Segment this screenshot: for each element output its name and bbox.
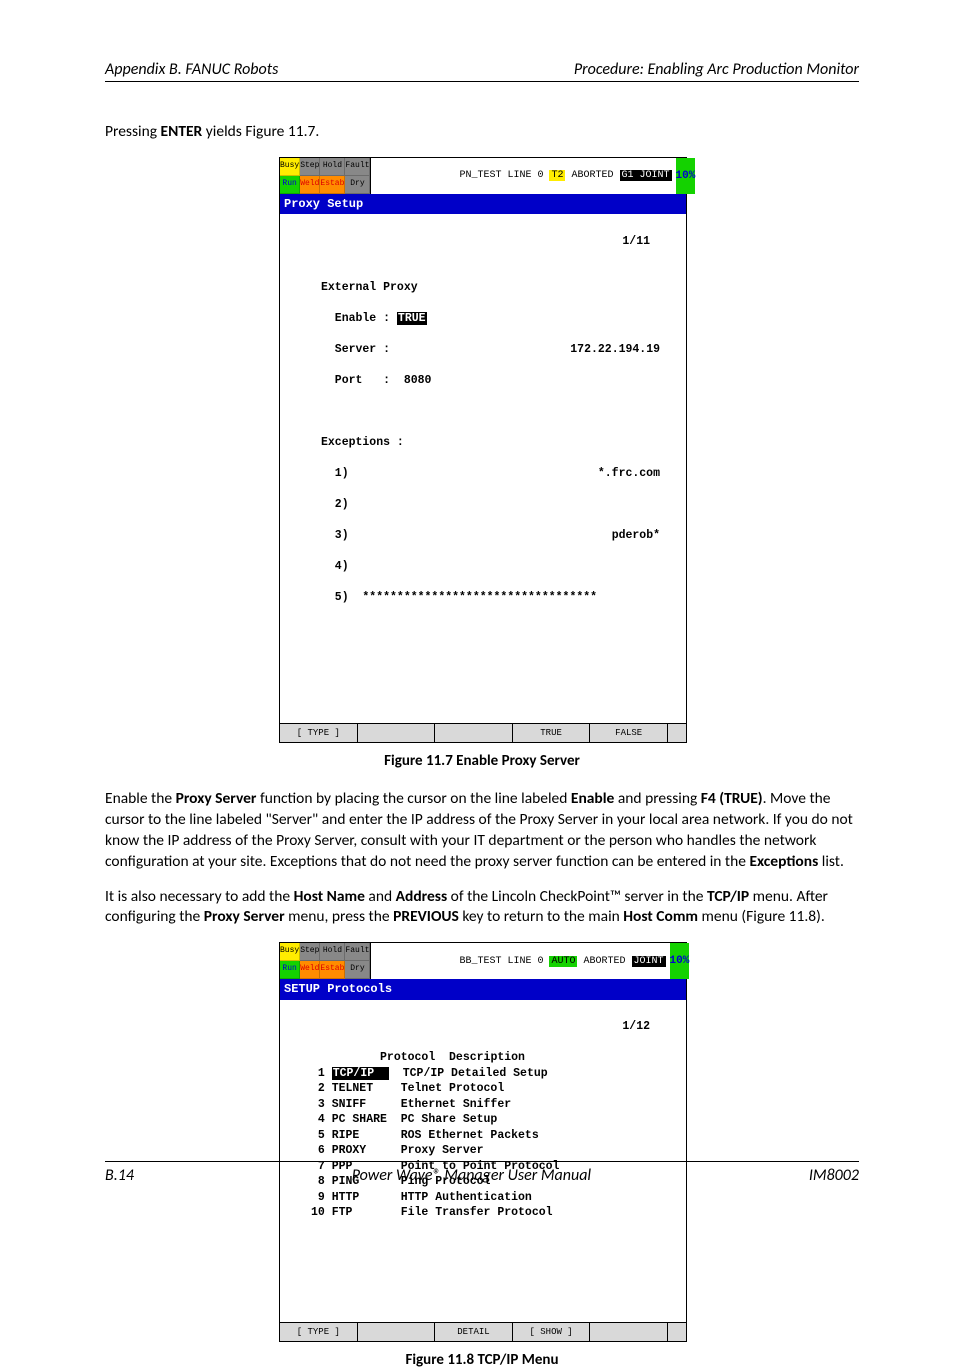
softkey-2[interactable] <box>358 724 436 742</box>
speed-percent: 10% <box>676 158 696 194</box>
port-field[interactable]: Port : 8080 <box>321 373 680 389</box>
footer-center: Power Wave® Manager User Manual <box>352 1166 591 1185</box>
footer-left: B.14 <box>105 1166 134 1185</box>
softkey-bar-2: [ TYPE ] DETAIL [ SHOW ] <box>280 1322 686 1341</box>
paragraph-1: Pressing ENTER yields Figure 11.7. <box>105 122 859 143</box>
softkey-2-2[interactable] <box>358 1323 436 1341</box>
figure-11-7: Busy Step Hold Fault Run Weld Estab Dry … <box>279 157 685 743</box>
status-grid: Busy Step Hold Fault Run Weld Estab Dry <box>280 158 371 194</box>
softkey-detail[interactable]: DETAIL <box>435 1323 513 1341</box>
figure-11-7-caption: Figure 11.7 Enable Proxy Server <box>105 751 859 771</box>
figure-11-8: Busy Step Hold Fault Run Weld Estab Dry … <box>279 942 685 1342</box>
protocol-row[interactable]: 10 FTP File Transfer Protocol <box>311 1205 680 1221</box>
exception-3[interactable]: pderob* <box>349 528 680 544</box>
status-step: Step <box>300 158 320 176</box>
status-hold: Hold <box>320 158 345 176</box>
softkey-type-2[interactable]: [ TYPE ] <box>280 1323 358 1341</box>
item-counter-2: 1/12 <box>286 1019 680 1035</box>
status-estab: Estab <box>320 176 345 194</box>
paragraph-3: It is also necessary to add the Host Nam… <box>105 887 859 929</box>
page-header: Appendix B. FANUC Robots Procedure: Enab… <box>105 60 859 82</box>
exception-4[interactable] <box>349 559 680 575</box>
header-left: Appendix B. FANUC Robots <box>105 60 278 79</box>
server-field[interactable]: 172.22.194.19 <box>390 342 680 358</box>
status-dry: Dry <box>345 176 370 194</box>
status-busy: Busy <box>280 158 300 176</box>
message-bar-2: BB_TEST LINE 0 AUTO ABORTED JOINT <box>371 943 669 979</box>
softkey-true[interactable]: TRUE <box>513 724 591 742</box>
status-run: Run <box>280 176 300 194</box>
protocol-row[interactable]: 6 PROXY Proxy Server <box>311 1143 680 1159</box>
item-counter: 1/11 <box>286 234 680 250</box>
softkey-more[interactable] <box>668 724 686 742</box>
protocol-row[interactable]: 1 TCP/IP TCP/IP Detailed Setup <box>311 1066 680 1082</box>
screen-title-2: SETUP Protocols <box>280 979 686 999</box>
softkey-5-2[interactable] <box>590 1323 668 1341</box>
speed-percent-2: 10% <box>670 943 690 979</box>
header-right: Procedure: Enabling Arc Production Monit… <box>574 60 859 79</box>
enable-field[interactable]: TRUE <box>397 312 427 325</box>
status-grid-2: Busy Step Hold Fault Run Weld Estab Dry <box>280 943 371 979</box>
page-footer: B.14 Power Wave® Manager User Manual IM8… <box>105 1161 859 1185</box>
softkey-bar: [ TYPE ] TRUE FALSE <box>280 723 686 742</box>
status-fault: Fault <box>345 158 370 176</box>
screen-title: Proxy Setup <box>280 194 686 214</box>
message-bar: PN_TEST LINE 0 T2 ABORTED G1 JOINT <box>371 158 675 194</box>
protocol-row[interactable]: 3 SNIFF Ethernet Sniffer <box>311 1097 680 1113</box>
softkey-more-2[interactable] <box>668 1323 686 1341</box>
softkey-show[interactable]: [ SHOW ] <box>513 1323 591 1341</box>
softkey-false[interactable]: FALSE <box>590 724 668 742</box>
softkey-type[interactable]: [ TYPE ] <box>280 724 358 742</box>
terminal-area: 1/11 External Proxy Enable : TRUE Server… <box>280 214 686 723</box>
footer-right: IM8002 <box>809 1166 859 1185</box>
figure-11-8-caption: Figure 11.8 TCP/IP Menu <box>105 1350 859 1370</box>
exception-1[interactable]: *.frc.com <box>349 466 680 482</box>
exception-5[interactable]: 5) ********************************** <box>321 590 680 606</box>
status-weld: Weld <box>300 176 320 194</box>
protocol-row[interactable]: 9 HTTP HTTP Authentication <box>311 1190 680 1206</box>
protocol-row[interactable]: 4 PC SHARE PC Share Setup <box>311 1112 680 1128</box>
paragraph-2: Enable the Proxy Server function by plac… <box>105 789 859 873</box>
exception-2[interactable] <box>349 497 680 513</box>
pendant-proxy-setup: Busy Step Hold Fault Run Weld Estab Dry … <box>279 157 687 743</box>
pendant-setup-protocols: Busy Step Hold Fault Run Weld Estab Dry … <box>279 942 687 1342</box>
protocol-row[interactable]: 5 RIPE ROS Ethernet Packets <box>311 1128 680 1144</box>
protocol-selected[interactable]: TCP/IP <box>332 1067 389 1080</box>
protocol-row[interactable]: 2 TELNET Telnet Protocol <box>311 1081 680 1097</box>
softkey-3[interactable] <box>435 724 513 742</box>
